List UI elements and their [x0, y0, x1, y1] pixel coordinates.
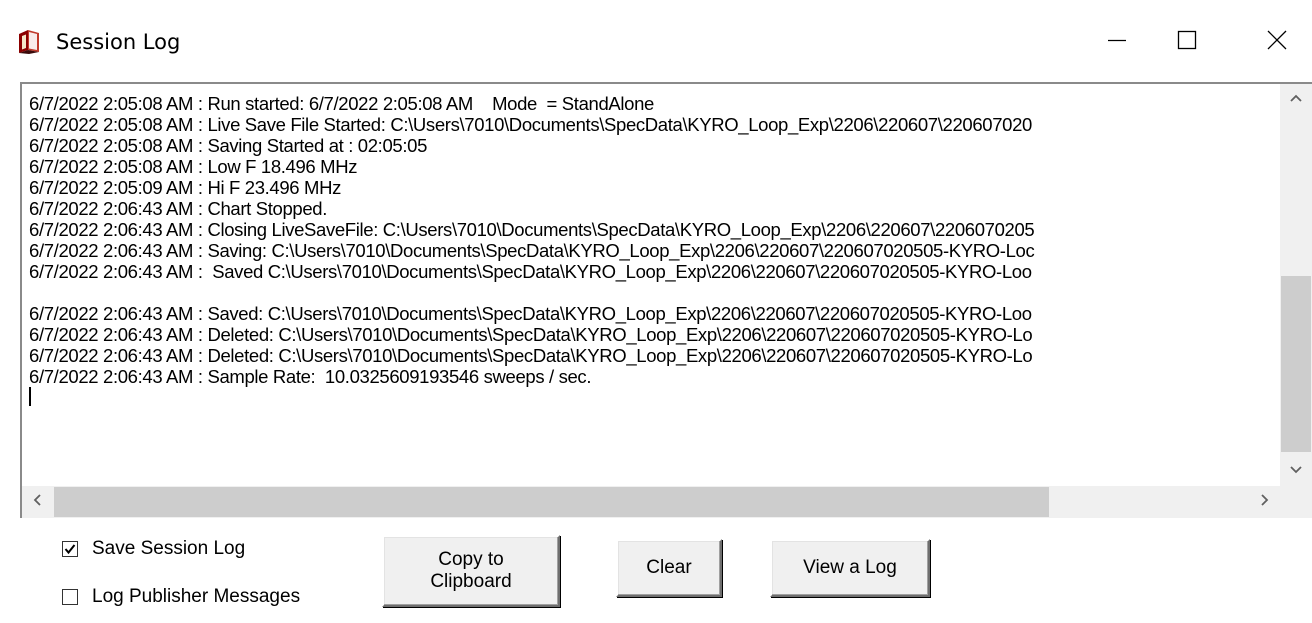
- save-session-log-checkbox[interactable]: Save Session Log: [62, 538, 245, 560]
- close-icon: [1267, 30, 1287, 50]
- horizontal-scrollbar[interactable]: [22, 486, 1280, 518]
- checkbox-checked[interactable]: [62, 541, 78, 557]
- log-line: 6/7/2022 2:06:43 AM : Saved: C:\Users\70…: [29, 303, 1032, 324]
- log-line: 6/7/2022 2:05:09 AM : Hi F 23.496 MHz: [29, 177, 342, 198]
- log-line: 6/7/2022 2:06:43 AM : Chart Stopped.: [29, 198, 328, 219]
- scroll-right-button[interactable]: [1250, 486, 1280, 518]
- view-a-log-label: View a Log: [803, 557, 897, 578]
- book-icon: [16, 28, 42, 54]
- chevron-up-icon: [1289, 90, 1303, 108]
- session-log-window: Session Log 6/7/2022 2:05:08 AM : Run st…: [0, 0, 1312, 623]
- text-caret-line: [29, 387, 1287, 408]
- log-line: 6/7/2022 2:05:08 AM : Saving Started at …: [29, 135, 428, 156]
- scroll-left-button[interactable]: [22, 486, 52, 518]
- vertical-scrollbar[interactable]: [1280, 84, 1312, 486]
- log-line: 6/7/2022 2:06:43 AM : Closing LiveSaveFi…: [29, 219, 1035, 240]
- log-publisher-messages-label: Log Publisher Messages: [92, 586, 301, 607]
- log-line: 6/7/2022 2:06:43 AM : Saved C:\Users\701…: [29, 261, 1032, 282]
- clear-label: Clear: [646, 557, 692, 578]
- horizontal-scroll-thumb[interactable]: [54, 487, 1049, 517]
- maximize-button[interactable]: [1152, 14, 1222, 66]
- minimize-icon: [1107, 30, 1127, 50]
- log-line: 6/7/2022 2:06:43 AM : Sample Rate: 10.03…: [29, 366, 592, 387]
- log-content[interactable]: 6/7/2022 2:05:08 AM : Run started: 6/7/2…: [29, 93, 1287, 481]
- view-a-log-button[interactable]: View a Log: [770, 539, 930, 597]
- close-button[interactable]: [1242, 14, 1312, 66]
- checkbox-unchecked[interactable]: [62, 589, 78, 605]
- minimize-button[interactable]: [1082, 14, 1152, 66]
- log-line: 6/7/2022 2:05:08 AM : Low F 18.496 MHz: [29, 156, 358, 177]
- log-line: 6/7/2022 2:06:43 AM : Deleted: C:\Users\…: [29, 345, 1033, 366]
- chevron-down-icon: [1289, 462, 1303, 480]
- clear-button[interactable]: Clear: [616, 539, 722, 597]
- log-line: 6/7/2022 2:06:43 AM : Saving: C:\Users\7…: [29, 240, 1035, 261]
- window-title: Session Log: [56, 30, 181, 54]
- copy-to-clipboard-label: Copy to Clipboard: [430, 549, 512, 592]
- log-publisher-messages-checkbox[interactable]: Log Publisher Messages: [62, 586, 300, 608]
- session-log-textbox[interactable]: 6/7/2022 2:05:08 AM : Run started: 6/7/2…: [20, 82, 1312, 518]
- vertical-scroll-thumb[interactable]: [1281, 276, 1311, 452]
- text-caret: [29, 387, 31, 406]
- scrollbar-corner: [1280, 486, 1312, 518]
- log-line: 6/7/2022 2:06:43 AM : Deleted: C:\Users\…: [29, 324, 1033, 345]
- scroll-down-button[interactable]: [1280, 456, 1312, 486]
- scroll-up-button[interactable]: [1280, 84, 1312, 114]
- chevron-left-icon: [32, 493, 42, 512]
- chevron-right-icon: [1260, 493, 1270, 512]
- copy-to-clipboard-button[interactable]: Copy to Clipboard: [382, 535, 560, 607]
- save-session-log-label: Save Session Log: [92, 538, 246, 559]
- title-bar[interactable]: Session Log: [0, 0, 1312, 82]
- log-line: 6/7/2022 2:05:08 AM : Live Save File Sta…: [29, 114, 1032, 135]
- maximize-icon: [1177, 30, 1197, 50]
- log-line: 6/7/2022 2:05:08 AM : Run started: 6/7/2…: [29, 93, 654, 114]
